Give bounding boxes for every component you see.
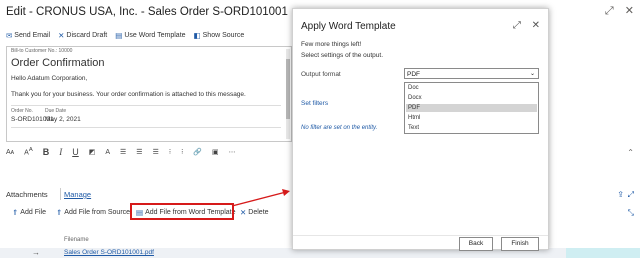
arrow-head [282, 189, 290, 196]
apply-word-template-dialog: Apply Word Template ⤢ ✕ Few more things … [292, 8, 549, 251]
bold-icon[interactable]: B [43, 147, 50, 157]
chevron-down-icon: ⌄ [529, 71, 535, 77]
show-source-icon: ◧ [193, 31, 201, 40]
dialog-instruction: Select settings of the output. [301, 52, 384, 59]
format-option-text[interactable]: Text [406, 124, 537, 132]
finish-button[interactable]: Finish [501, 237, 539, 251]
send-icon: ✉ [6, 31, 13, 40]
manage-link[interactable]: Manage [64, 190, 91, 199]
close-icon[interactable]: ✕ [532, 20, 540, 31]
due-date-value: May 2, 2021 [45, 116, 81, 123]
attachment-file-link[interactable]: Sales Order S-ORD101001.pdf [64, 249, 154, 256]
window-controls: ⤢ ✕ [597, 4, 634, 18]
email-body-text: Thank you for your business. Your order … [11, 91, 246, 98]
page-title: Edit - CRONUS USA, Inc. - Sales Order S-… [6, 6, 288, 18]
font-family-icon[interactable]: Aᴀ [6, 149, 14, 156]
discard-draft-button[interactable]: ✕ Discard Draft [58, 31, 107, 40]
underline-icon[interactable]: U [72, 147, 79, 157]
row-indicator-icon: → [32, 248, 40, 257]
show-source-button[interactable]: ◧ Show Source [194, 31, 245, 40]
align-left-icon[interactable]: ☰ [120, 148, 126, 156]
font-size-icon[interactable]: AA [24, 147, 33, 156]
text-color-icon[interactable]: ◩ [89, 148, 96, 156]
bulleted-list-icon[interactable]: ⁝ [169, 148, 171, 156]
format-option-doc[interactable]: Doc [406, 84, 537, 92]
divider [11, 105, 281, 106]
close-icon[interactable]: ✕ [625, 5, 634, 17]
email-scrollbar[interactable] [286, 49, 290, 139]
add-file-from-source-button[interactable]: ⇑ Add File from Source [56, 208, 130, 217]
attach-icon: ⇑ [12, 208, 19, 217]
use-word-template-label: Use Word Template [124, 32, 186, 39]
link-icon[interactable]: 🔗 [193, 148, 202, 156]
no-filters-message: No filter are set on the entity. [301, 125, 378, 131]
output-format-value: PDF [407, 71, 420, 78]
annotation-arrow [231, 189, 290, 207]
word-template-icon: ▤ [115, 31, 123, 40]
image-icon[interactable]: ▣ [212, 148, 219, 156]
highlight-icon[interactable]: A [105, 149, 110, 156]
output-format-dropdown: Doc Docx PDF Html Text [404, 82, 539, 134]
align-center-icon[interactable]: ☰ [136, 148, 142, 156]
numbered-list-icon[interactable]: ⁝ [181, 148, 183, 156]
format-option-html[interactable]: Html [406, 114, 537, 122]
output-format-label: Output format [301, 71, 341, 78]
use-word-template-button[interactable]: ▤ Use Word Template [115, 31, 185, 40]
email-greeting: Hello Adatum Corporation, [11, 75, 88, 82]
order-no-label: Order No. [11, 108, 33, 114]
dialog-title: Apply Word Template [301, 21, 396, 32]
scrollbar-thumb[interactable] [286, 59, 290, 119]
email-body-pane[interactable]: Bill-to Customer No.: 10000 Order Confir… [6, 46, 292, 142]
format-option-docx[interactable]: Docx [406, 94, 537, 102]
add-file-from-source-label: Add File from Source [64, 209, 131, 216]
header-separator [60, 188, 61, 200]
show-source-label: Show Source [202, 32, 245, 39]
add-file-label: Add File [20, 209, 46, 216]
email-toolbar: ✉ Send Email ✕ Discard Draft ▤ Use Word … [6, 31, 244, 40]
dialog-divider [293, 235, 548, 236]
more-options-icon[interactable]: ⋯ [229, 148, 236, 156]
send-email-label: Send Email [14, 32, 51, 39]
output-format-select[interactable]: PDF ⌄ [404, 68, 539, 79]
add-file-button[interactable]: ⇑ Add File [12, 208, 46, 217]
dialog-controls: ⤢ ✕ [505, 20, 540, 31]
back-button[interactable]: Back [459, 237, 493, 251]
due-date-label: Due Date [45, 108, 67, 114]
attach-icon: ⇑ [56, 208, 63, 217]
discard-draft-label: Discard Draft [66, 32, 108, 39]
close-icon: ✕ [58, 31, 65, 40]
divider [11, 127, 281, 128]
dialog-subtitle: Few more things left! [301, 41, 362, 48]
collapse-pane-icon[interactable]: ⌃ [627, 148, 634, 157]
attachments-header: Attachments Manage [6, 190, 91, 199]
selected-cell [566, 248, 640, 258]
formatting-toolbar: Aᴀ AA B I U ◩ A ☰ ☰ ☰ ⁝ ⁝ 🔗 ▣ ⋯ [6, 147, 236, 157]
share-icon[interactable]: ⇪ [617, 190, 624, 199]
expand-icon[interactable]: ⤢ [605, 5, 614, 17]
expand-icon[interactable]: ⤢ [513, 20, 521, 31]
set-filters-link[interactable]: Set filters [301, 100, 328, 107]
email-heading: Order Confirmation [11, 57, 105, 69]
align-right-icon[interactable]: ☰ [153, 148, 159, 156]
arrow-shaft [231, 191, 287, 207]
column-header-filename[interactable]: Filename [64, 237, 89, 243]
send-email-button[interactable]: ✉ Send Email [6, 31, 50, 40]
format-option-pdf[interactable]: PDF [406, 104, 537, 112]
annotation-highlight-box [130, 203, 234, 220]
italic-icon[interactable]: I [59, 147, 62, 157]
bill-to-line: Bill-to Customer No.: 10000 [11, 48, 73, 54]
attachments-title: Attachments [6, 190, 48, 199]
collapse-icon[interactable]: ⤡ [628, 208, 634, 218]
expand-icon[interactable]: ⤢ [628, 190, 634, 200]
